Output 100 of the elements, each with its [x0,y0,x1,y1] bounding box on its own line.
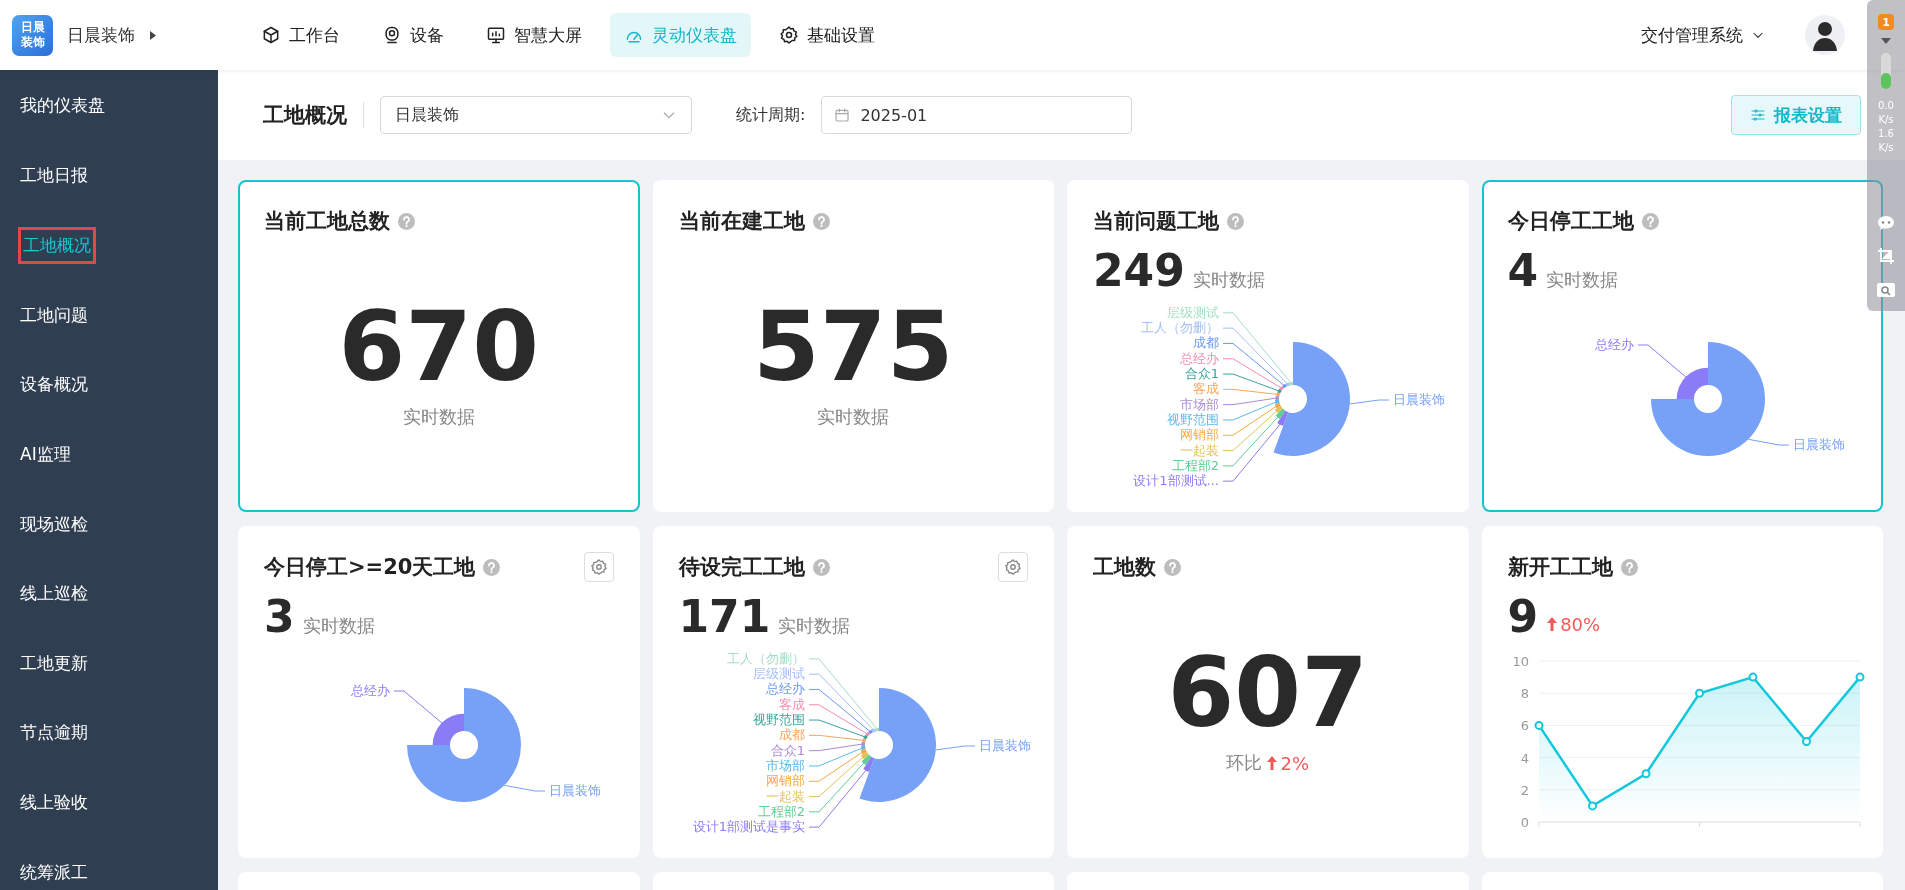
chart-slice[interactable] [1282,383,1287,389]
crop-icon[interactable] [1877,247,1895,265]
nav-tab[interactable]: 设备 [368,13,458,57]
stat-value: 575 [753,297,954,397]
chart-slice[interactable] [874,728,879,732]
chart-slice[interactable] [1277,410,1289,426]
chart-slice[interactable] [1676,367,1708,399]
help-icon[interactable] [1227,212,1244,230]
slice-label: 成都 [778,727,805,743]
chart-slice[interactable] [1279,385,1284,391]
data-point[interactable] [1641,769,1650,779]
chart-slice[interactable] [1275,395,1280,400]
company-name[interactable]: 日晨装饰 [67,23,135,47]
chart-slice[interactable] [1289,382,1293,386]
sidebar-item[interactable]: 线上验收 [18,787,90,819]
chart-slice[interactable] [859,688,936,802]
sidebar-item[interactable]: 我的仪表盘 [18,90,107,122]
data-point[interactable] [1587,801,1597,811]
chart-slice[interactable] [860,745,866,751]
chat-icon[interactable] [1877,215,1895,231]
axis-tick-label: 2 [1520,782,1529,798]
chart-slice[interactable] [860,752,869,760]
caret-icon[interactable] [1881,38,1891,45]
chart-slice[interactable] [1274,406,1283,414]
help-icon[interactable] [483,558,501,576]
chart-slice[interactable] [862,734,868,740]
chart-slice[interactable] [860,749,867,755]
stat-caption: 实时数据 [1192,268,1265,292]
slice-label: 视野范围 [1167,411,1219,427]
chart-slice[interactable] [861,754,871,765]
slice-label: 层级测试 [752,666,805,682]
calendar-icon [834,107,851,123]
slice-label: 工人（勿删） [1141,320,1219,336]
slice-label: 网销部 [765,773,805,789]
slice-label: 设计1部测试是事实 [692,819,805,835]
chart-slice[interactable] [867,729,873,735]
avatar[interactable] [1805,15,1845,55]
sidebar-item[interactable]: 工地概况 [18,226,96,264]
chart-slice[interactable] [1275,399,1280,405]
monitor-icon [486,25,506,45]
chart-slice[interactable] [1277,388,1282,394]
sidebar-item[interactable]: 工地日报 [18,159,90,191]
slice-label: 总经办 [765,681,805,697]
nav-tab[interactable]: 智慧大屏 [472,13,596,57]
chart-slice[interactable] [1650,342,1765,456]
settings-icon [1004,558,1022,576]
sidebar-item[interactable]: 工地问题 [18,299,90,331]
axis-tick-label: 8 [1520,686,1529,702]
sidebar-item[interactable]: AI监理 [18,438,73,470]
chart-slice[interactable] [862,756,874,772]
help-icon[interactable] [812,558,830,576]
data-point[interactable] [1534,720,1543,730]
chart-slice[interactable] [1275,408,1286,419]
sidebar-item[interactable]: 节点逾期 [18,717,90,749]
slice-label: 市场部 [765,757,805,773]
sidebar-item[interactable]: 现场巡检 [18,508,90,540]
sidebar-item[interactable]: 线上巡检 [18,578,90,610]
speed-text: 0.0 [1878,99,1894,113]
chart-slice[interactable] [407,688,521,802]
data-point[interactable] [1855,672,1864,682]
system-dropdown[interactable]: 交付管理系统 [1641,23,1765,47]
axis-tick-label: 6 [1520,718,1529,734]
nav-tab[interactable]: 工作台 [247,13,354,57]
date-field[interactable]: 2025-01 [821,96,1133,134]
slice-label: 合众1 [770,742,805,758]
chart-slice[interactable] [1276,392,1281,397]
chart-slice[interactable] [1273,342,1350,456]
chart-slice[interactable] [432,713,464,745]
help-icon[interactable] [398,212,415,230]
search-icon[interactable] [1877,281,1895,297]
field-label: 统计周期: [736,104,806,126]
sidebar-item[interactable]: 设备概况 [18,369,90,401]
data-point[interactable] [1694,688,1704,698]
company-select[interactable]: 日晨装饰 [380,96,692,134]
speed-text: K/s [1878,141,1894,155]
stat-caption: 实时数据 [302,614,375,638]
help-icon[interactable] [1164,558,1181,576]
help-icon[interactable] [812,212,830,230]
change-value: 80% [1560,613,1601,635]
help-icon[interactable] [1641,212,1659,230]
settings-button[interactable] [998,552,1028,582]
slice-label: 市场部 [1180,396,1219,412]
chart-slice[interactable] [861,738,866,743]
speed-text: 1.6 [1878,127,1894,141]
slice-label: 日晨装饰 [978,738,1031,753]
help-icon[interactable] [1620,558,1638,576]
data-point[interactable] [1801,737,1811,746]
caret-icon[interactable] [149,29,157,41]
card-title: 新开工工地 [1507,554,1613,581]
data-point[interactable] [1748,672,1757,682]
chart-slice[interactable] [1274,403,1281,409]
change-value: 2% [1280,752,1310,774]
sidebar-item[interactable]: 统筹派工 [18,856,90,888]
chart-slice[interactable] [864,731,870,737]
chart-slice[interactable] [861,741,865,746]
nav-tab[interactable]: 基础设置 [765,13,889,57]
slice-label: 一起装 [765,788,805,804]
slice-label: 总经办 [1180,350,1219,366]
sidebar-item[interactable]: 工地更新 [18,647,90,679]
settings-button[interactable] [583,552,614,582]
